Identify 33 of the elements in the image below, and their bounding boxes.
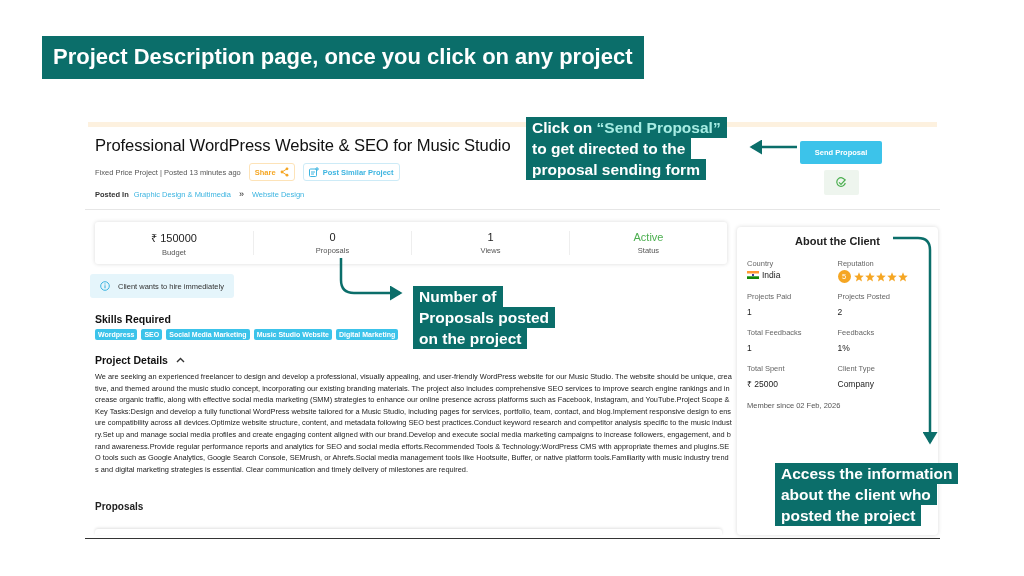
stat-value: 1	[487, 231, 494, 243]
check-circle-icon	[835, 177, 847, 188]
flag-icon	[747, 271, 759, 279]
banner-title: Project Description page, once you click on any project	[42, 36, 644, 79]
section-title: Proposals	[95, 501, 144, 513]
section-title: Skills Required	[95, 313, 171, 325]
client-card-title: About the Client	[794, 235, 881, 247]
star-icon	[875, 271, 886, 282]
stat-value: Active	[633, 231, 664, 243]
field-value: India	[762, 270, 781, 280]
arrow	[339, 258, 403, 301]
breadcrumb-separator: »	[238, 189, 244, 199]
section-title: Project Details	[95, 354, 168, 366]
star-icon	[886, 271, 897, 282]
info-icon	[100, 281, 110, 291]
field-value: ₹ 25000	[747, 378, 778, 389]
arrow	[749, 139, 797, 155]
share-icon	[279, 167, 289, 177]
check-button[interactable]	[823, 170, 859, 195]
project-title: Professional WordPress Website & SEO for Music Studio	[95, 136, 511, 156]
chevron-button[interactable]	[175, 356, 185, 364]
star-icon	[897, 271, 908, 282]
field-value: 2	[837, 307, 843, 317]
stat-value: ₹ 150000	[151, 230, 197, 245]
field-value: 1%	[837, 343, 850, 353]
field-value: Company	[837, 379, 874, 389]
add-document-icon	[308, 167, 319, 177]
callout-text: Number of Proposals posted on the project	[413, 286, 553, 349]
field-value: 1	[747, 343, 752, 353]
star-icon	[864, 271, 875, 282]
stat-value: 0	[329, 231, 336, 243]
star-icon	[853, 271, 864, 282]
field-value: 1	[747, 307, 752, 317]
